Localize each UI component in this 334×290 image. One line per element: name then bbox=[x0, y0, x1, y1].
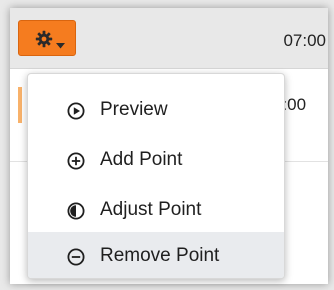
play-circle-icon bbox=[67, 102, 85, 120]
half-circle-icon bbox=[67, 202, 85, 220]
plus-circle-icon bbox=[67, 152, 85, 170]
toolbar: 07:00 bbox=[10, 8, 328, 69]
menu-item-preview[interactable]: Preview bbox=[28, 86, 284, 136]
menu-item-add-point[interactable]: Add Point bbox=[28, 136, 284, 186]
settings-dropdown-button[interactable] bbox=[18, 20, 76, 56]
menu-item-remove-point[interactable]: Remove Point bbox=[28, 232, 284, 278]
caret-down-icon bbox=[56, 36, 65, 54]
gear-icon bbox=[35, 30, 53, 53]
row-accent-marker bbox=[18, 87, 22, 123]
minus-circle-icon bbox=[67, 248, 85, 266]
menu-item-adjust-point[interactable]: Adjust Point bbox=[28, 186, 284, 236]
menu-item-label: Add Point bbox=[100, 149, 183, 170]
time-label: 07:00 bbox=[283, 31, 326, 50]
menu-item-label: Adjust Point bbox=[100, 199, 202, 220]
menu-item-label: Preview bbox=[100, 99, 168, 120]
menu-item-label: Remove Point bbox=[100, 245, 220, 266]
settings-dropdown-menu: Preview Add Point Adjust Point Remove Po… bbox=[27, 73, 285, 279]
